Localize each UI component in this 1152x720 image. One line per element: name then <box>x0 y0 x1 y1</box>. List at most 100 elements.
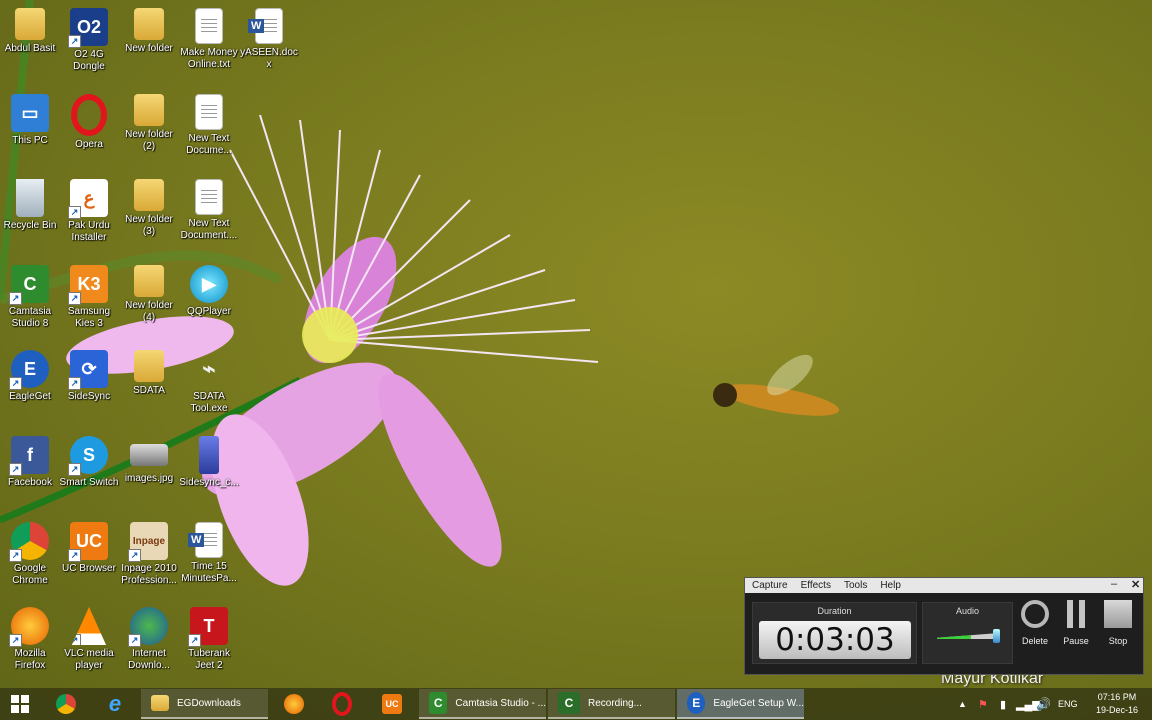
desktop-icon-new-folder-2[interactable]: New folder (2) <box>119 90 179 174</box>
minimize-icon[interactable]: – <box>1111 578 1117 590</box>
menu-tools[interactable]: Tools <box>844 580 867 591</box>
desktop-icon-recycle-bin[interactable]: Recycle Bin <box>0 175 60 259</box>
kies-icon: K3 <box>68 265 108 305</box>
icon-label: Tuberank Jeet 2 <box>188 648 230 671</box>
delete-button[interactable]: Delete <box>1015 600 1055 646</box>
desktop-icon-mozilla-firefox[interactable]: Mozilla Firefox <box>0 603 60 687</box>
language-indicator[interactable]: ENG <box>1058 688 1078 720</box>
recycle-bin-icon <box>16 179 44 217</box>
duration-timer: 0:03:03 <box>759 621 911 659</box>
o2-dongle-icon: O2 <box>68 8 108 48</box>
word-doc-icon: W <box>188 522 223 558</box>
desktop-icon-o2-dongle[interactable]: O2 O2 4G Dongle <box>59 4 119 88</box>
icon-label: O2 4G Dongle <box>73 49 105 72</box>
icon-label: Pak Urdu Installer <box>68 220 110 243</box>
close-icon[interactable]: ✕ <box>1131 578 1140 591</box>
pause-button[interactable]: Pause <box>1056 600 1096 646</box>
icon-label: Recycle Bin <box>3 220 57 231</box>
uc-browser-icon: UC <box>68 522 108 562</box>
desktop-icon-inpage[interactable]: Inpage Inpage 2010 Profession... <box>119 518 179 602</box>
action-center-flag-icon[interactable]: ⚑ <box>978 688 988 720</box>
desktop-icon-sdata[interactable]: SDATA <box>119 346 179 430</box>
idm-icon <box>128 607 168 647</box>
eagleget-icon: E <box>9 350 49 390</box>
desktop-icon-vlc[interactable]: VLC media player <box>59 603 119 687</box>
desktop-icon-opera[interactable]: Opera <box>59 90 119 174</box>
duration-panel: Duration 0:03:03 <box>752 602 917 664</box>
tuberank-icon: T <box>188 607 228 647</box>
desktop-icon-pak-urdu[interactable]: ع Pak Urdu Installer <box>59 175 119 259</box>
desktop-icon-this-pc[interactable]: ▭ This PC <box>0 90 60 174</box>
desktop-icon-images-jpg[interactable]: images.jpg <box>119 432 179 516</box>
audio-volume-track <box>937 633 999 639</box>
desktop-icon-yaseen-docx[interactable]: W yASEEN.docx <box>239 4 299 88</box>
taskbar-firefox[interactable] <box>280 688 308 720</box>
desktop-icon-new-folder-3[interactable]: New folder (3) <box>119 175 179 259</box>
desktop: Abdul Basit ▭ This PC Recycle Bin C Camt… <box>0 0 1152 688</box>
desktop-icon-sidesync-c[interactable]: Sidesync_c... <box>179 432 239 516</box>
desktop-icon-new-folder[interactable]: New folder <box>119 4 179 88</box>
desktop-icon-new-text-doc-2[interactable]: New Text Document.... <box>179 175 239 259</box>
chrome-icon <box>56 694 76 714</box>
icon-label: New folder (2) <box>125 129 173 152</box>
stop-button[interactable]: Stop <box>1098 600 1138 646</box>
chrome-icon <box>9 522 49 562</box>
desktop-icon-camtasia[interactable]: C Camtasia Studio 8 <box>0 261 60 345</box>
image-file-icon <box>130 444 168 466</box>
desktop-icon-new-text-doc[interactable]: New Text Docume... <box>179 90 239 174</box>
desktop-icon-qqplayer[interactable]: ▶ QQPlayer <box>179 261 239 345</box>
desktop-icon-google-chrome[interactable]: Google Chrome <box>0 518 60 602</box>
desktop-icon-abdul-basit[interactable]: Abdul Basit <box>0 4 60 88</box>
eagleget-icon: E <box>687 692 706 714</box>
menu-capture[interactable]: Capture <box>752 580 788 591</box>
taskbar-opera[interactable] <box>328 688 356 720</box>
start-button[interactable] <box>4 688 36 720</box>
menu-help[interactable]: Help <box>880 580 901 591</box>
icon-label: UC Browser <box>62 563 116 574</box>
icon-label: New Text Docume... <box>186 133 232 156</box>
icon-label: EagleGet <box>9 391 51 402</box>
pak-urdu-icon: ع <box>68 179 108 219</box>
taskbar-internet-explorer[interactable]: e <box>100 688 130 720</box>
desktop-icon-tuberank[interactable]: T Tuberank Jeet 2 <box>179 603 239 687</box>
desktop-icon-eagleget[interactable]: E EagleGet <box>0 346 60 430</box>
desktop-icon-samsung-kies[interactable]: K3 Samsung Kies 3 <box>59 261 119 345</box>
usb-icon: ⌁ <box>202 356 216 381</box>
icon-label: Sidesync_c... <box>179 477 239 488</box>
desktop-icon-make-money[interactable]: Make Money Online.txt <box>179 4 239 88</box>
audio-level-bar <box>937 633 972 639</box>
clock[interactable]: 07:16 PM 19-Dec-16 <box>1086 688 1148 720</box>
desktop-icon-uc-browser[interactable]: UC UC Browser <box>59 518 119 602</box>
desktop-icon-facebook[interactable]: f Facebook <box>0 432 60 516</box>
desktop-icon-smart-switch[interactable]: S Smart Switch <box>59 432 119 516</box>
icon-label: Opera <box>75 139 103 150</box>
taskbar-button-eagleget-setup[interactable]: E EagleGet Setup W... <box>677 689 804 719</box>
delete-icon <box>1021 600 1049 628</box>
menu-effects[interactable]: Effects <box>801 580 831 591</box>
smart-switch-icon: S <box>68 436 108 476</box>
taskbar-button-label: Camtasia Studio - ... <box>455 697 546 709</box>
taskbar-button-recording[interactable]: C Recording... <box>548 689 675 719</box>
desktop-icon-new-folder-4[interactable]: New folder (4) <box>119 261 179 345</box>
audio-volume-slider[interactable] <box>992 629 1000 643</box>
folder-icon <box>134 350 164 382</box>
text-file-icon <box>195 179 223 215</box>
taskbar-button-camtasia[interactable]: C Camtasia Studio - ... <box>419 689 546 719</box>
desktop-icon-sdata-tool[interactable]: ⌁ SDATA Tool.exe <box>179 346 239 430</box>
windows-logo-icon <box>11 695 29 713</box>
recorder-menu-bar: Capture Effects Tools Help – ✕ <box>745 578 1143 593</box>
desktop-icon-time-15[interactable]: W Time 15 MinutesPa... <box>179 518 239 602</box>
show-hidden-icons-chevron-icon[interactable]: ▲ <box>958 688 967 720</box>
icon-label: Samsung Kies 3 <box>67 306 111 329</box>
taskbar-chrome[interactable] <box>52 688 80 720</box>
icon-label: VLC media player <box>64 648 114 671</box>
folder-icon <box>134 94 164 126</box>
battery-icon[interactable]: ▮ <box>1000 688 1006 720</box>
taskbar-button-egdownloads[interactable]: EGDownloads <box>141 689 268 719</box>
taskbar-uc-browser[interactable]: UC <box>378 688 406 720</box>
desktop-icon-internet-download[interactable]: Internet Downlo... <box>119 603 179 687</box>
text-file-icon <box>195 94 223 130</box>
desktop-icon-sidesync[interactable]: ⟳ SideSync <box>59 346 119 430</box>
taskbar-button-label: EGDownloads <box>177 697 241 709</box>
volume-icon[interactable]: 🔊 <box>1036 688 1051 720</box>
